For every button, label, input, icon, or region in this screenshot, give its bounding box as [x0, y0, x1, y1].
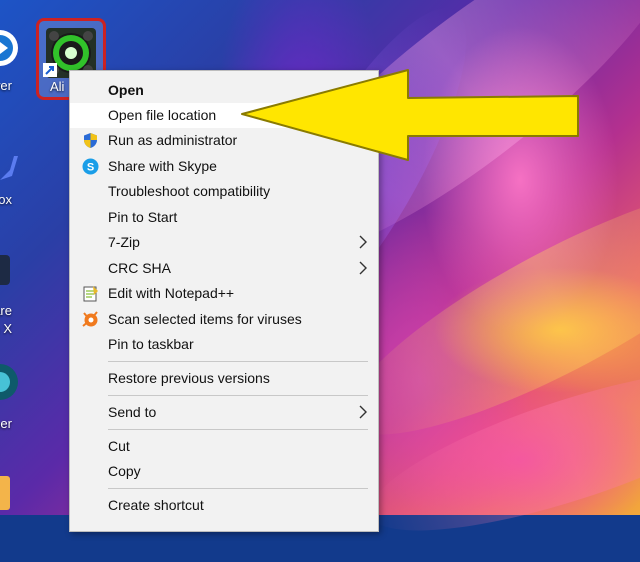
- checkmark-app-icon: [0, 156, 18, 180]
- menu-item-restore-previous-versions[interactable]: Restore previous versions: [70, 366, 378, 391]
- menu-item-troubleshoot-compatibility[interactable]: Troubleshoot compatibility: [70, 179, 378, 204]
- menu-item-label: Edit with Notepad++: [108, 285, 235, 301]
- uac-shield-icon: [84, 133, 97, 148]
- svg-text:S: S: [87, 162, 94, 174]
- menu-item-label: Copy: [108, 463, 141, 479]
- selected-icon-label: Ali: [50, 79, 65, 94]
- desktop-icon-teamviewer[interactable]: wer: [0, 20, 30, 100]
- annotation-arrow-icon: [241, 69, 579, 161]
- chevron-right-icon: [359, 235, 367, 249]
- teamviewer-icon: [0, 30, 18, 66]
- menu-item-label: Troubleshoot compatibility: [108, 183, 271, 199]
- desktop-icon-label: n X: [0, 321, 12, 336]
- menu-item-label: Pin to Start: [108, 209, 178, 225]
- desktop-icon-label: ox: [0, 192, 12, 207]
- menu-item-label: Cut: [108, 438, 130, 454]
- menu-item-label: Open file location: [108, 107, 217, 123]
- chevron-right-icon: [359, 261, 367, 275]
- menu-item-crc-sha[interactable]: CRC SHA: [70, 256, 378, 281]
- desktop-icon-dropbox[interactable]: ox: [0, 140, 30, 220]
- desktop-icon-label: hare: [0, 303, 12, 318]
- menu-separator: [108, 429, 368, 430]
- menu-item-pin-to-start[interactable]: Pin to Start: [70, 205, 378, 230]
- menu-item-label: Run as administrator: [108, 132, 238, 148]
- menu-item-send-to[interactable]: Send to: [70, 400, 378, 425]
- desktop-icon-label: ner: [0, 416, 12, 431]
- menu-item-scan-for-viruses[interactable]: Scan selected items for viruses: [70, 307, 378, 332]
- menu-separator: [108, 361, 368, 362]
- folder-icon: [0, 476, 10, 510]
- desktop-icon-cleaner[interactable]: ner: [0, 358, 30, 438]
- menu-item-label: Pin to taskbar: [108, 336, 194, 352]
- menu-separator: [108, 488, 368, 489]
- menu-item-7zip[interactable]: 7-Zip: [70, 230, 378, 255]
- menu-item-label: Send to: [108, 404, 157, 420]
- menu-item-create-shortcut[interactable]: Create shortcut: [70, 493, 378, 518]
- menu-item-label: Scan selected items for viruses: [108, 311, 302, 327]
- share-app-icon: [0, 255, 10, 285]
- menu-item-pin-to-taskbar[interactable]: Pin to taskbar: [70, 332, 378, 357]
- menu-item-label: 7-Zip: [108, 234, 140, 250]
- cleaner-app-icon: [0, 364, 18, 400]
- menu-item-cut[interactable]: Cut: [70, 434, 378, 459]
- menu-item-label: Share with Skype: [108, 158, 217, 174]
- menu-item-edit-with-notepadpp[interactable]: Edit with Notepad++: [70, 281, 378, 306]
- desktop-icon-partial[interactable]: [0, 470, 14, 515]
- menu-item-label: Open: [108, 82, 144, 98]
- chevron-right-icon: [359, 405, 367, 419]
- menu-item-copy[interactable]: Copy: [70, 459, 378, 484]
- skype-icon: S: [82, 158, 99, 175]
- notepadpp-icon: [83, 286, 98, 302]
- menu-item-label: CRC SHA: [108, 260, 172, 276]
- menu-item-label: Restore previous versions: [108, 370, 270, 386]
- menu-separator: [108, 395, 368, 396]
- desktop-icon-share[interactable]: hare n X: [0, 245, 30, 340]
- menu-item-label: Create shortcut: [108, 497, 204, 513]
- desktop-icon-label: wer: [0, 78, 12, 93]
- avast-icon: [82, 311, 98, 327]
- shortcut-arrow-icon: [43, 63, 57, 77]
